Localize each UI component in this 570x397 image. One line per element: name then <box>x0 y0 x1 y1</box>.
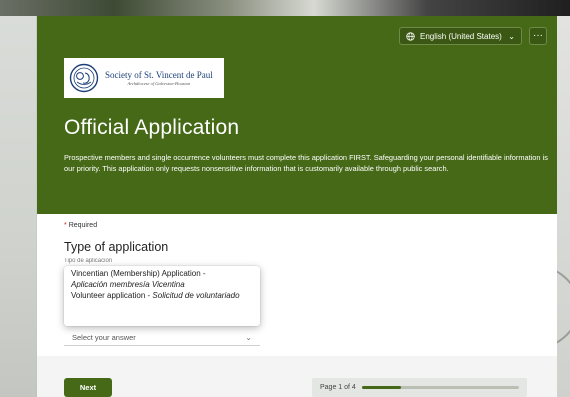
more-options-button[interactable]: ··· <box>529 27 547 45</box>
background-top <box>0 0 570 16</box>
logo-emblem <box>69 63 99 93</box>
language-button[interactable]: English (United States) ⌄ <box>399 27 522 45</box>
option-label-es: Solicitud de voluntariado <box>152 291 240 300</box>
organization-logo: Society of St. Vincent de Paul Archdioce… <box>64 58 224 98</box>
globe-icon <box>406 31 415 41</box>
dropdown-options-list: Vincentian (Membership) Application - Ap… <box>64 266 260 326</box>
form-header: English (United States) ⌄ ··· Society of… <box>37 16 557 214</box>
more-icon: ··· <box>533 30 543 41</box>
question-subtitle: Tipo de aplicacion <box>64 258 113 264</box>
page-title: Official Application <box>64 116 240 139</box>
logo-subtitle: Archdiocese of Galveston-Houston <box>127 80 191 86</box>
option-label-en: Vincentian (Membership) Application - <box>71 269 206 278</box>
logo-text: Society of St. Vincent de Paul Archdioce… <box>105 70 213 87</box>
page-label: Page 1 of 4 <box>320 384 356 391</box>
next-button[interactable]: Next <box>64 378 112 397</box>
option-label-en: Volunteer application - <box>71 291 151 300</box>
chevron-down-icon: ⌄ <box>245 333 252 342</box>
logo-name: Society of St. Vincent de Paul <box>105 69 213 80</box>
background-left <box>0 16 36 397</box>
form-description: Prospective members and single occurrenc… <box>64 153 548 173</box>
form-card: English (United States) ⌄ ··· Society of… <box>37 16 557 397</box>
progress-fill <box>361 386 402 389</box>
dropdown-option-vincentian[interactable]: Vincentian (Membership) Application - Ap… <box>71 269 253 290</box>
progress-track <box>361 386 519 389</box>
required-note: * Required <box>64 222 97 229</box>
language-label: English (United States) <box>420 31 502 41</box>
required-star: * <box>64 222 67 229</box>
chevron-down-icon: ⌄ <box>508 31 515 41</box>
option-label-es: Aplicación membresía Vicentina <box>71 279 185 289</box>
application-type-select[interactable]: Select your answer ⌄ <box>64 330 260 346</box>
select-placeholder: Select your answer <box>72 333 136 342</box>
page-indicator: Page 1 of 4 <box>312 378 527 397</box>
dropdown-option-volunteer[interactable]: Volunteer application - Solicitud de vol… <box>71 291 253 302</box>
required-label: Required <box>68 222 98 229</box>
question-title: Type of application <box>64 240 169 254</box>
